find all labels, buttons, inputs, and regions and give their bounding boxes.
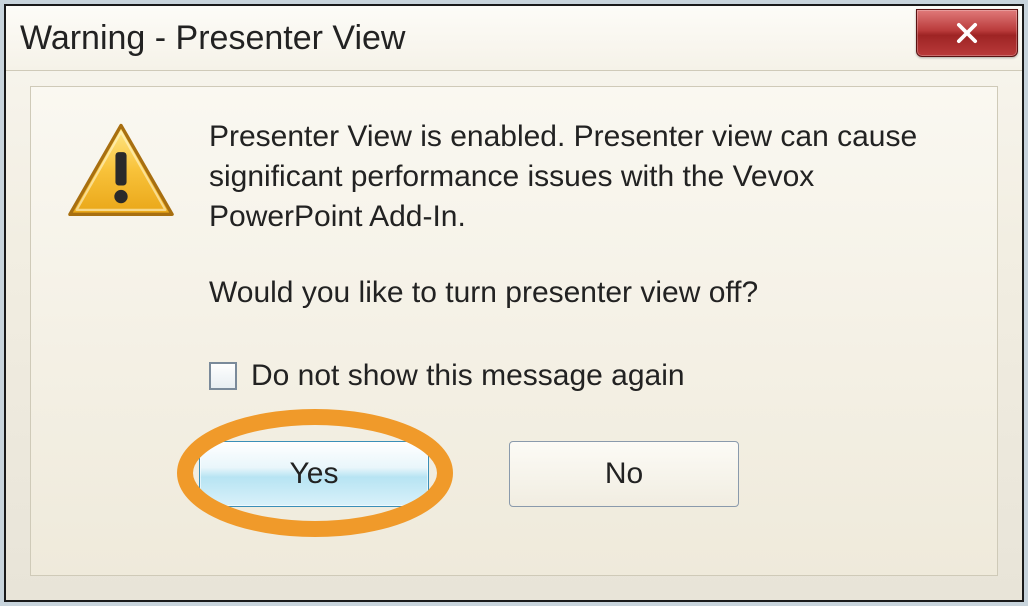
message-line-2: Would you like to turn presenter view of… [209, 276, 758, 309]
warning-icon [65, 121, 177, 221]
no-button[interactable]: No [509, 441, 739, 507]
warning-dialog: Warning - Presenter View [4, 4, 1024, 602]
message-row: Presenter View is enabled. Presenter vie… [65, 117, 963, 507]
close-icon [953, 19, 981, 47]
dialog-content: Presenter View is enabled. Presenter vie… [30, 86, 998, 576]
no-button-label: No [605, 457, 643, 491]
message-column: Presenter View is enabled. Presenter vie… [209, 117, 963, 507]
yes-button-label: Yes [290, 457, 339, 491]
message-line-1: Presenter View is enabled. Presenter vie… [209, 120, 917, 233]
yes-button[interactable]: Yes [199, 441, 429, 507]
button-row: Yes No [199, 441, 963, 507]
do-not-show-checkbox[interactable] [209, 362, 237, 390]
message-text: Presenter View is enabled. Presenter vie… [209, 117, 963, 313]
close-button[interactable] [916, 9, 1018, 57]
checkbox-label: Do not show this message again [251, 359, 685, 393]
checkbox-row: Do not show this message again [209, 359, 963, 393]
dialog-title: Warning - Presenter View [20, 19, 406, 58]
titlebar: Warning - Presenter View [6, 6, 1022, 71]
